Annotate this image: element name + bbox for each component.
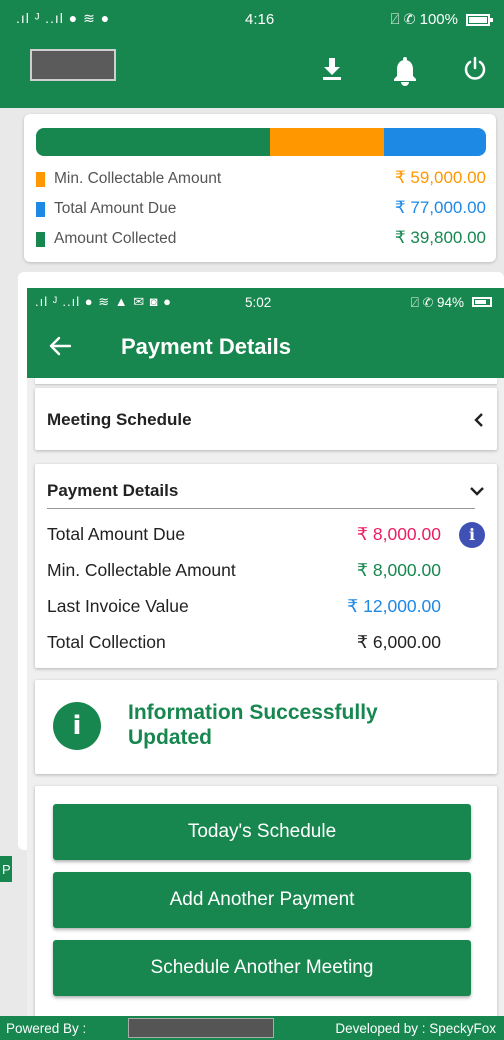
collection-summary-card: Min. Collectable Amount ₹ 59,000.00 Tota… <box>24 114 496 262</box>
footer-bar: Powered By : Developed by : SpeckyFox <box>0 1016 504 1040</box>
row-label: Total Amount Due <box>47 524 186 544</box>
success-message: Information Successfully Updated <box>128 701 378 749</box>
row-label: Min. Collectable Amount <box>47 560 236 580</box>
power-icon[interactable] <box>462 56 488 87</box>
legend-label: Total Amount Due <box>54 200 177 217</box>
outer-app-bar <box>0 38 504 108</box>
battery-icon <box>466 14 493 26</box>
bar-segment-min-collectable <box>270 128 385 156</box>
legend-swatch <box>36 172 45 187</box>
powered-by-label: Powered By : <box>6 1021 87 1036</box>
legend-value: ₹ 59,000.00 <box>394 168 486 187</box>
inner-status-bar: .ıl ᴶ ..ıl ● ≋ ▲ ✉ ◙ ● 5:02 ⍁ ✆ 94% <box>27 288 504 316</box>
page-title: Payment Details <box>121 334 291 359</box>
section-heading: Payment Details <box>47 481 179 500</box>
row-value: ₹ 6,000.00 <box>356 632 441 652</box>
inner-app-bar: Payment Details <box>27 316 504 378</box>
app-logo <box>30 49 116 81</box>
legend-swatch <box>36 202 45 217</box>
back-arrow-icon[interactable] <box>49 336 72 361</box>
schedule-another-meeting-button[interactable]: Schedule Another Meeting <box>53 940 471 996</box>
outer-status-bar: .ıl ᴶ ..ıl ● ≋ ● 4:16 ⍁ ✆ 100% <box>0 0 504 38</box>
status-right: ⍁ ✆ 100% <box>390 11 458 28</box>
legend-row-collected: Amount Collected ₹ 39,800.00 <box>36 228 486 248</box>
info-icon: i <box>53 702 101 750</box>
add-another-payment-button[interactable]: Add Another Payment <box>53 872 471 928</box>
row-value: ₹ 8,000.00 <box>356 560 441 580</box>
legend-value: ₹ 39,800.00 <box>394 228 486 247</box>
developed-by-label: Developed by : SpeckyFox <box>335 1021 496 1036</box>
legend-row-total-due: Total Amount Due ₹ 77,000.00 <box>36 198 486 218</box>
status-right: ⍁ ✆ 94% <box>410 295 464 310</box>
scrolled-card-edge <box>35 378 497 384</box>
legend-swatch <box>36 232 45 247</box>
signal-icons: .ıl ᴶ ..ıl ● ≋ ● <box>16 10 111 26</box>
payment-row-min-collectable: Min. Collectable Amount ₹ 8,000.00 <box>47 558 487 582</box>
outer-footer-peek-left: P <box>0 856 12 882</box>
divider <box>47 508 475 509</box>
payment-details-screen: .ıl ᴶ ..ıl ● ≋ ▲ ✉ ◙ ● 5:02 ⍁ ✆ 94% Paym… <box>27 288 504 1040</box>
row-label: Last Invoice Value <box>47 596 189 616</box>
bar-segment-collected <box>36 128 270 156</box>
legend-label: Amount Collected <box>54 230 177 247</box>
row-label: Total Collection <box>47 632 166 652</box>
payment-row-total-due: Total Amount Due ₹ 8,000.00 i <box>47 522 487 548</box>
legend-label: Min. Collectable Amount <box>54 170 222 187</box>
row-value: ₹ 8,000.00 <box>356 524 441 544</box>
info-icon[interactable]: i <box>459 522 485 548</box>
status-time: 5:02 <box>245 295 272 310</box>
chevron-down-icon[interactable] <box>469 484 485 502</box>
payment-details-section: Payment Details Total Amount Due ₹ 8,000… <box>35 464 497 668</box>
download-icon[interactable] <box>320 56 344 87</box>
battery-icon <box>472 297 492 307</box>
signal-icons: .ıl ᴶ ..ıl ● ≋ ▲ ✉ ◙ ● <box>35 294 173 309</box>
section-heading: Meeting Schedule <box>47 410 192 429</box>
chevron-left-icon[interactable] <box>473 412 485 433</box>
success-message-card: i Information Successfully Updated <box>35 680 497 774</box>
powered-by-logo <box>128 1018 274 1038</box>
row-value: ₹ 12,000.00 <box>347 596 441 616</box>
todays-schedule-button[interactable]: Today's Schedule <box>53 804 471 860</box>
meeting-schedule-section[interactable]: Meeting Schedule <box>35 388 497 450</box>
legend-value: ₹ 77,000.00 <box>394 198 486 217</box>
payment-row-last-invoice: Last Invoice Value ₹ 12,000.00 <box>47 594 487 618</box>
bar-segment-total-due <box>384 128 486 156</box>
status-time: 4:16 <box>245 11 275 28</box>
payment-row-total-collection: Total Collection ₹ 6,000.00 <box>47 630 487 654</box>
legend-row-min-collectable: Min. Collectable Amount ₹ 59,000.00 <box>36 168 486 188</box>
bell-icon[interactable] <box>392 56 418 91</box>
collection-progress-bar <box>36 128 486 156</box>
action-buttons-panel: Today's Schedule Add Another Payment Sch… <box>35 786 497 1036</box>
